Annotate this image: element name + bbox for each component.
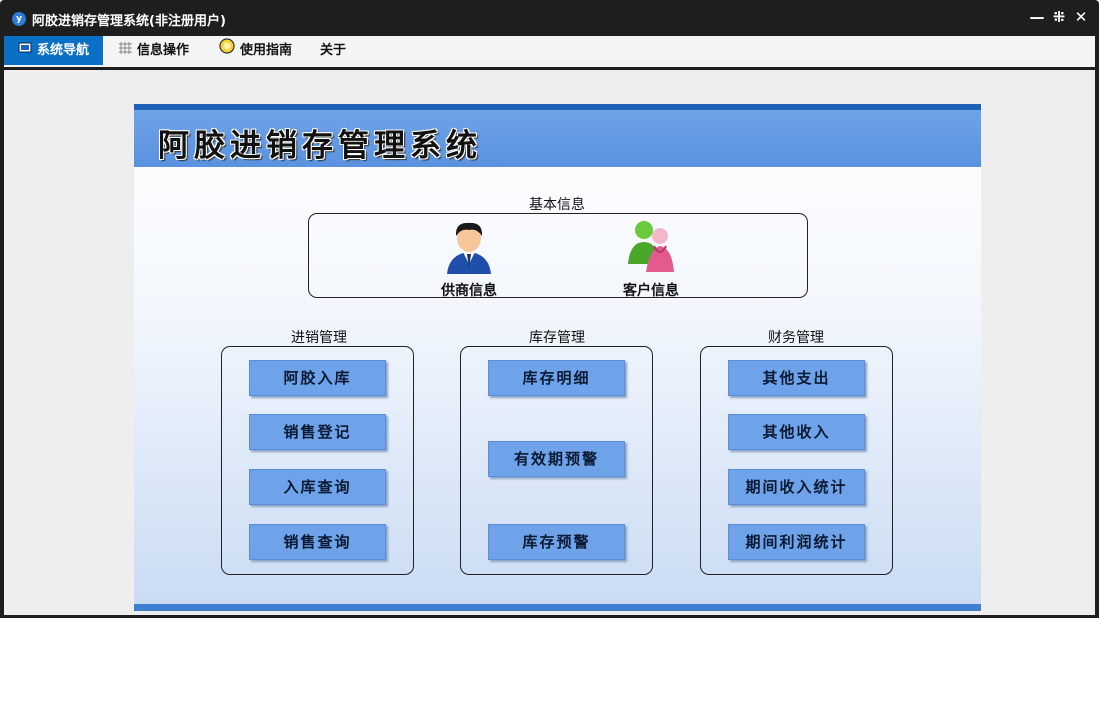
customer-people-icon xyxy=(624,221,678,278)
navigation-panel: 阿胶进销存管理系统 基本信息 供商信息 客户信息 进销管理 阿胶入库 销售登记 … xyxy=(134,104,981,611)
sales-group-label: 进销管理 xyxy=(291,330,347,346)
minimize-button[interactable]: — xyxy=(1029,8,1045,26)
stock-in-button[interactable]: 阿胶入库 xyxy=(249,360,386,396)
stock-in-query-button[interactable]: 入库查询 xyxy=(249,469,386,505)
inventory-warning-button[interactable]: 库存预警 xyxy=(488,524,625,560)
bulb-icon xyxy=(219,36,235,65)
title-bar[interactable]: y 阿胶进销存管理系统(非注册用户) — ⁜ ✕ xyxy=(0,0,1099,36)
tab-bar: 系统导航 信息操作 使用指南 关于 xyxy=(4,36,1095,67)
basic-info-box xyxy=(308,213,808,298)
tab-label: 使用指南 xyxy=(240,43,293,58)
tab-label: 系统导航 xyxy=(37,43,90,58)
monitor-icon xyxy=(18,36,32,65)
customer-info-label: 客户信息 xyxy=(623,283,679,299)
supplier-info-label: 供商信息 xyxy=(441,283,497,299)
period-income-stats-button[interactable]: 期间收入统计 xyxy=(728,469,865,505)
tab-system-nav[interactable]: 系统导航 xyxy=(4,36,103,65)
banner: 阿胶进销存管理系统 xyxy=(134,110,981,167)
tab-label: 信息操作 xyxy=(137,43,190,58)
tab-user-guide[interactable]: 使用指南 xyxy=(207,36,307,65)
app-logo-icon: y xyxy=(12,12,26,26)
restore-button[interactable]: ⁜ xyxy=(1051,8,1067,26)
period-profit-stats-button[interactable]: 期间利润统计 xyxy=(728,524,865,560)
grid-icon xyxy=(119,36,132,65)
expiry-warning-button[interactable]: 有效期预警 xyxy=(488,441,625,477)
window-title: 阿胶进销存管理系统(非注册用户) xyxy=(32,14,226,29)
inventory-group-label: 库存管理 xyxy=(529,330,585,346)
close-button[interactable]: ✕ xyxy=(1073,8,1089,26)
basic-info-label: 基本信息 xyxy=(529,197,585,213)
tab-about[interactable]: 关于 xyxy=(309,36,359,65)
other-expense-button[interactable]: 其他支出 xyxy=(728,360,865,396)
panel-bottom-bar xyxy=(134,604,981,611)
app-window: y 阿胶进销存管理系统(非注册用户) — ⁜ ✕ 系统导航 信息操作 使用指南 … xyxy=(0,0,1099,618)
sales-register-button[interactable]: 销售登记 xyxy=(249,414,386,450)
customer-info-item[interactable]: 客户信息 xyxy=(614,218,688,300)
banner-title: 阿胶进销存管理系统 xyxy=(158,128,482,164)
inventory-detail-button[interactable]: 库存明细 xyxy=(488,360,625,396)
supplier-info-item[interactable]: 供商信息 xyxy=(432,218,506,300)
tab-label: 关于 xyxy=(320,43,347,58)
other-income-button[interactable]: 其他收入 xyxy=(728,414,865,450)
content-area: 阿胶进销存管理系统 基本信息 供商信息 客户信息 进销管理 阿胶入库 销售登记 … xyxy=(4,70,1095,615)
tab-info-operation[interactable]: 信息操作 xyxy=(105,36,205,65)
finance-group-label: 财务管理 xyxy=(768,330,824,346)
supplier-person-icon xyxy=(443,222,495,278)
sales-query-button[interactable]: 销售查询 xyxy=(249,524,386,560)
